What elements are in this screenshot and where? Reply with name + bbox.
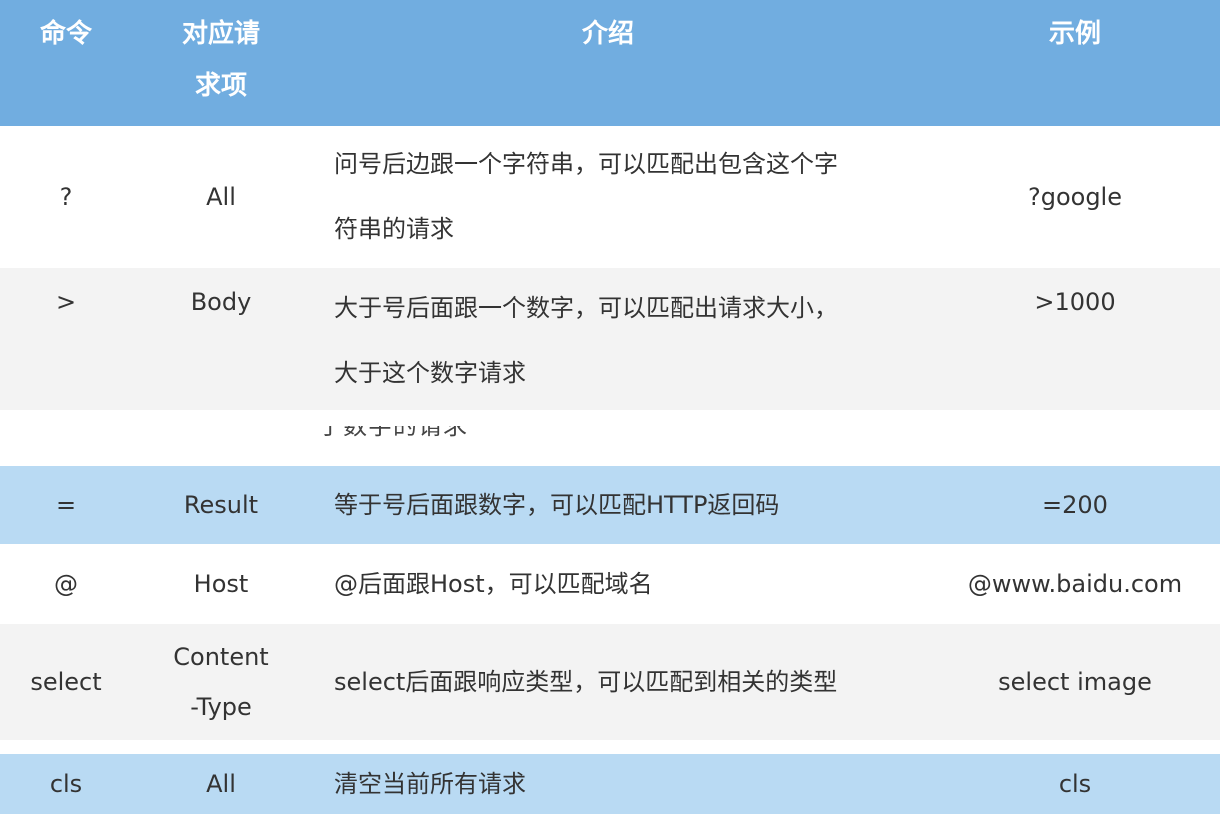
request-item-line: Content [173,643,269,671]
command-text: = [55,491,77,519]
cell-description: 大于号后面跟一个数字，可以匹配出请求大小， 大于这个数字请求 [334,268,930,410]
cell-example: cls [930,754,1220,814]
header-command: 命令 [0,0,132,126]
header-request-item: 对应请 求项 [132,0,310,126]
cell-command: ? [0,126,132,268]
cell-example: select image [930,624,1220,740]
command-text: select [30,668,102,696]
table-header: 命令 对应请 求项 介绍 示例 [0,0,1220,126]
description-line: @后面跟Host，可以匹配域名 [334,570,653,598]
request-item-text: Host [193,570,249,598]
command-text: ? [59,183,73,211]
request-item-text: All [206,183,236,211]
clipped-text-fragment: 于数字的请求 [318,426,498,438]
cell-request-item: All [132,126,310,268]
description-line: 符串的请求 [334,215,454,243]
cell-command: select [0,624,132,740]
command-table: 命令 对应请 求项 介绍 示例 ? All 问号后边跟一个字符串，可以匹配出包含… [0,0,1220,814]
cell-example: =200 [930,466,1220,544]
cell-command: cls [0,754,132,814]
header-description-label: 介绍 [581,19,634,49]
clipped-row: 于数字的请求 [0,410,1220,466]
table-row: select Content -Type select后面跟响应类型，可以匹配到… [0,624,1220,740]
cell-request-item: Content -Type [132,624,310,740]
cell-command: @ [0,544,132,624]
table-row: = Result 等于号后面跟数字，可以匹配HTTP返回码 =200 [0,466,1220,544]
cell-command: > [0,268,132,410]
cell-description: select后面跟响应类型，可以匹配到相关的类型 [334,624,930,740]
cell-request-item: Host [132,544,310,624]
description-line: select后面跟响应类型，可以匹配到相关的类型 [334,668,838,696]
request-item-line: -Type [190,693,252,721]
example-text: cls [1058,770,1092,798]
command-text: @ [54,570,78,598]
cell-example: >1000 [930,268,1220,410]
cell-description: @后面跟Host，可以匹配域名 [334,544,930,624]
cell-example: ?google [930,126,1220,268]
cell-request-item: All [132,754,310,814]
request-item-text: All [206,770,236,798]
description-line: 大于号后面跟一个数字，可以匹配出请求大小， [334,294,838,322]
example-text: select image [998,668,1152,696]
cell-request-item: Body [132,268,310,410]
cell-description: 清空当前所有请求 [334,754,930,814]
header-request-item-line1: 对应请 [181,19,260,49]
description-line: 等于号后面跟数字，可以匹配HTTP返回码 [334,491,780,519]
header-example: 示例 [930,0,1220,126]
table-row: ? All 问号后边跟一个字符串，可以匹配出包含这个字 符串的请求 ?googl… [0,126,1220,268]
example-text: >1000 [1034,288,1116,316]
example-text: =200 [1042,491,1108,519]
command-text: > [55,288,77,316]
cell-description: 等于号后面跟数字，可以匹配HTTP返回码 [334,466,930,544]
cell-example: @www.baidu.com [930,544,1220,624]
table-row: > Body 大于号后面跟一个数字，可以匹配出请求大小， 大于这个数字请求 >1… [0,268,1220,410]
header-request-item-line2: 求项 [194,71,247,101]
row-spacer [0,740,1220,754]
request-item-text: Result [183,491,259,519]
example-text: @www.baidu.com [967,570,1183,598]
table-row: @ Host @后面跟Host，可以匹配域名 @www.baidu.com [0,544,1220,624]
header-description: 介绍 [310,0,906,126]
header-example-label: 示例 [1048,19,1101,49]
cell-command: = [0,466,132,544]
table-row: cls All 清空当前所有请求 cls [0,754,1220,814]
description-line: 大于这个数字请求 [334,359,526,387]
clipped-text: 于数字的请求 [318,426,498,438]
header-command-label: 命令 [39,19,92,49]
example-text: ?google [1027,183,1122,211]
request-item-text: Body [190,288,252,316]
description-line: 问号后边跟一个字符串，可以匹配出包含这个字 [334,150,838,178]
command-text: cls [49,770,83,798]
cell-description: 问号后边跟一个字符串，可以匹配出包含这个字 符串的请求 [334,126,930,268]
description-line: 清空当前所有请求 [334,770,526,798]
cell-request-item: Result [132,466,310,544]
